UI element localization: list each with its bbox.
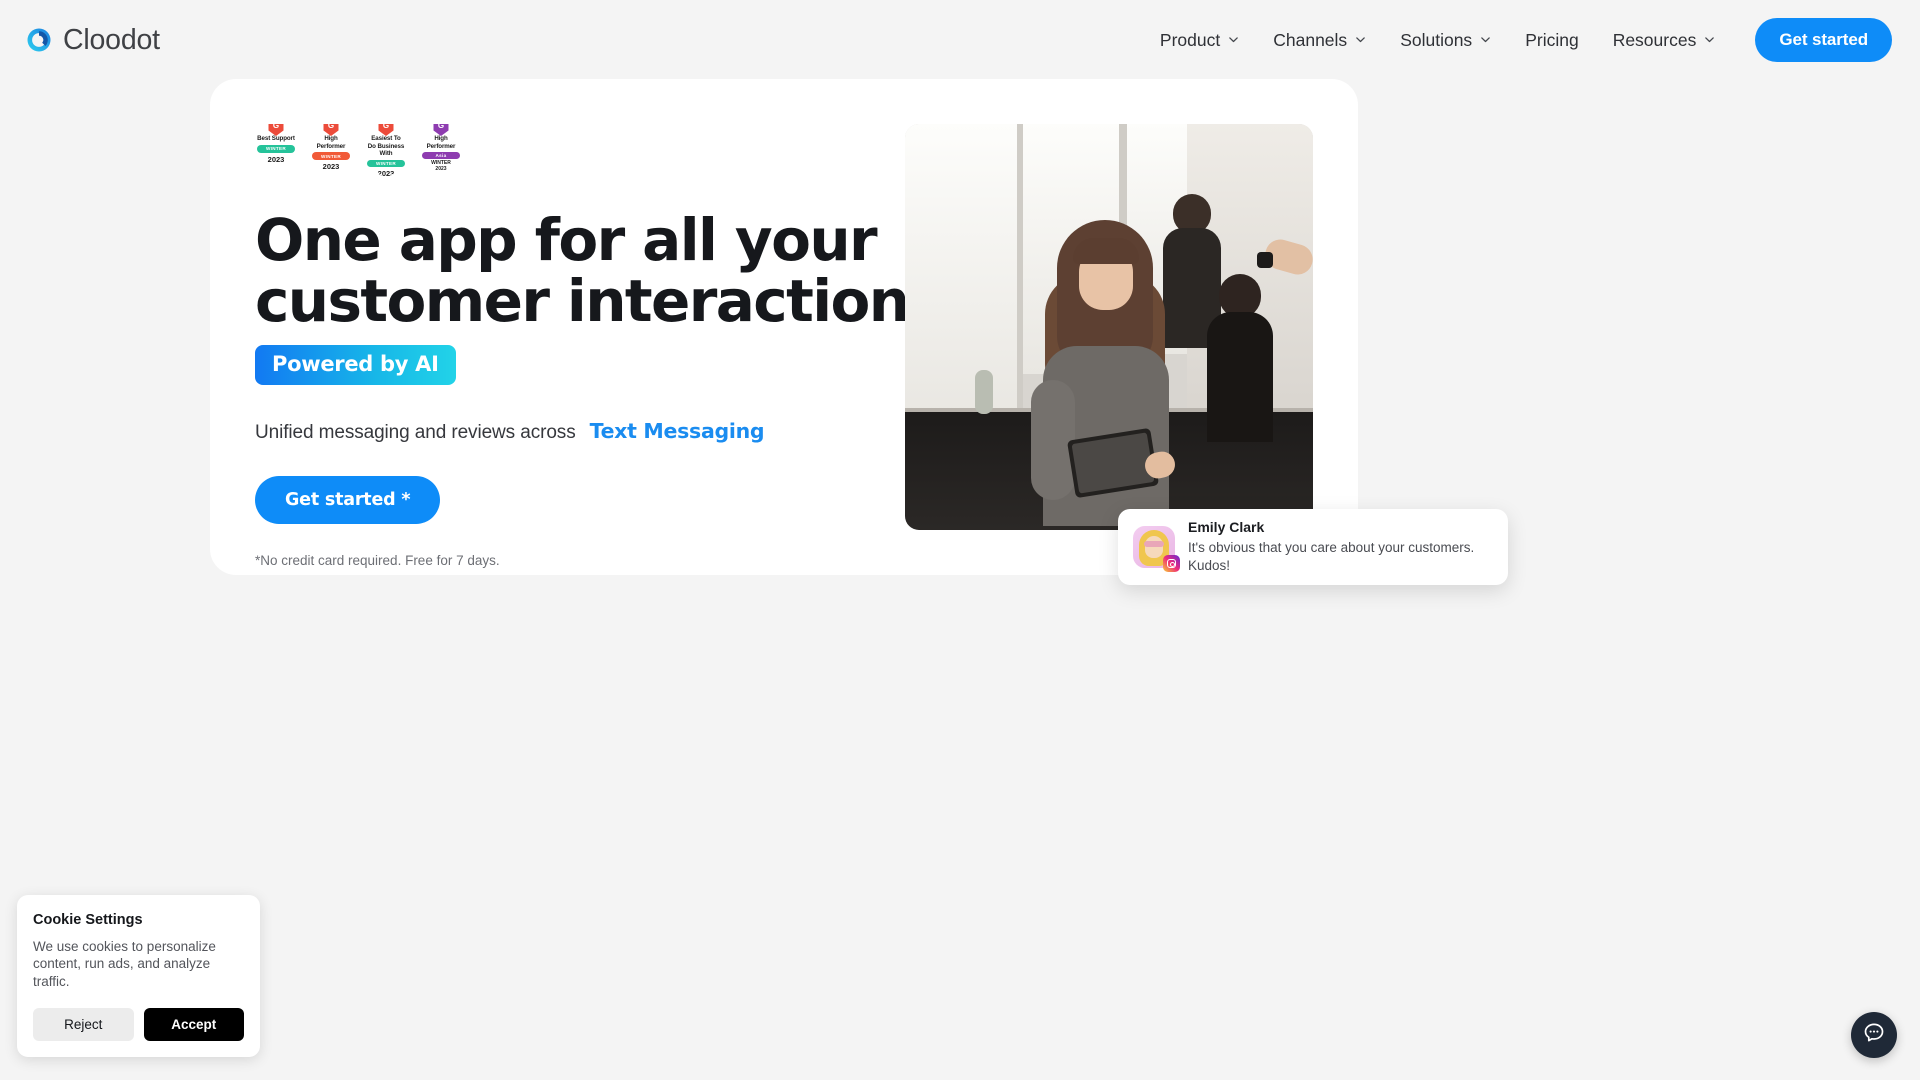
testimonial-body: Emily Clark It's obvious that you care a… bbox=[1188, 519, 1493, 575]
headline-line-2: customer interactions bbox=[255, 266, 943, 335]
brand-name: Cloodot bbox=[63, 23, 160, 56]
award-badge: G Best Support WINTER 2023 bbox=[255, 124, 297, 178]
nav-label: Resources bbox=[1612, 29, 1697, 50]
cookie-settings-banner: Cookie Settings We use cookies to person… bbox=[17, 894, 260, 1057]
hero-subtitle: Unified messaging and reviews across Text… bbox=[255, 419, 955, 444]
hero-get-started-button[interactable]: Get started * bbox=[255, 475, 441, 524]
badge-year: 2023 bbox=[435, 165, 447, 172]
instagram-icon bbox=[1163, 555, 1180, 572]
chat-bubble-icon bbox=[1862, 1021, 1886, 1050]
badge-title: High Performer bbox=[316, 135, 346, 150]
g2-logo-icon: G bbox=[378, 124, 394, 136]
nav-label: Channels bbox=[1273, 29, 1348, 50]
chat-widget-button[interactable] bbox=[1851, 1012, 1897, 1058]
header-get-started-button[interactable]: Get started bbox=[1755, 18, 1892, 62]
background-person bbox=[1205, 274, 1275, 442]
hero-disclaimer: *No credit card required. Free for 7 day… bbox=[255, 552, 500, 568]
nav-item-resources[interactable]: Resources bbox=[1596, 30, 1733, 51]
award-badge: G Easiest To Do Business With WINTER 202… bbox=[365, 124, 407, 178]
badge-title: Best Support bbox=[257, 135, 295, 142]
headline-line-1: One app for all your bbox=[255, 206, 878, 274]
badge-year: 2023 bbox=[267, 154, 285, 164]
badge-season: WINTER bbox=[312, 152, 350, 161]
salon-photo bbox=[905, 124, 1313, 530]
chevron-down-icon bbox=[1704, 34, 1715, 45]
g2-logo-icon: G bbox=[323, 124, 339, 136]
chevron-down-icon bbox=[1355, 34, 1366, 45]
cookie-title: Cookie Settings bbox=[33, 911, 143, 928]
g2-logo-icon: G bbox=[268, 124, 284, 136]
award-badge: G High Performer Asia WINTER 2023 bbox=[420, 124, 462, 178]
nav-item-solutions[interactable]: Solutions bbox=[1383, 30, 1508, 51]
testimonial-author: Emily Clark bbox=[1188, 518, 1265, 535]
avatar bbox=[1133, 526, 1180, 572]
badge-title: High Performer bbox=[426, 135, 456, 150]
chevron-down-icon bbox=[1480, 34, 1491, 45]
badge-year: 2023 bbox=[322, 162, 340, 172]
brand-logo[interactable]: Cloodot bbox=[26, 24, 160, 57]
cookie-accept-button[interactable]: Accept bbox=[143, 1008, 244, 1041]
badge-year: 2023 bbox=[377, 169, 395, 178]
cookie-reject-button[interactable]: Reject bbox=[33, 1008, 134, 1041]
page-title: One app for all your customer interactio… bbox=[255, 210, 955, 332]
badge-season: WINTER bbox=[367, 159, 405, 167]
cloodot-logo-icon bbox=[26, 27, 52, 53]
nav-item-pricing[interactable]: Pricing bbox=[1508, 30, 1596, 51]
subtitle-prefix: Unified messaging and reviews across bbox=[255, 421, 576, 443]
nav-item-product[interactable]: Product bbox=[1143, 30, 1256, 51]
foreground-person bbox=[1023, 220, 1183, 526]
award-badge: G High Performer WINTER 2023 bbox=[310, 124, 352, 178]
site-header: Cloodot Product Channels Solutions Prici… bbox=[0, 0, 1920, 80]
award-badges: G Best Support WINTER 2023 G High Perfor… bbox=[255, 124, 955, 178]
hero-image bbox=[905, 124, 1313, 530]
g2-logo-icon: G bbox=[433, 124, 449, 136]
nav-label: Pricing bbox=[1525, 29, 1579, 50]
nav-label: Product bbox=[1159, 29, 1221, 50]
subtitle-rotating-channel: Text Messaging bbox=[589, 418, 765, 443]
testimonial-message: It's obvious that you care about your cu… bbox=[1188, 539, 1475, 573]
nav-item-channels[interactable]: Channels bbox=[1256, 30, 1383, 51]
main-navigation: Product Channels Solutions Pricing Resou… bbox=[1143, 18, 1892, 62]
chevron-down-icon bbox=[1228, 34, 1239, 45]
powered-by-ai-badge: Powered by AI bbox=[255, 344, 456, 385]
testimonial-card: Emily Clark It's obvious that you care a… bbox=[1118, 509, 1508, 585]
badge-region: Asia bbox=[422, 152, 460, 160]
badge-season: WINTER bbox=[257, 144, 295, 153]
badge-title: Easiest To Do Business With bbox=[367, 135, 405, 158]
badge-season-year: WINTER 2023 bbox=[431, 160, 451, 173]
nav-label: Solutions bbox=[1400, 29, 1473, 50]
hero-content: G Best Support WINTER 2023 G High Perfor… bbox=[255, 124, 955, 568]
cookie-actions: Reject Accept bbox=[33, 1008, 244, 1041]
cookie-description: We use cookies to personalize content, r… bbox=[33, 938, 216, 990]
hero-card: G Best Support WINTER 2023 G High Perfor… bbox=[210, 79, 1508, 585]
